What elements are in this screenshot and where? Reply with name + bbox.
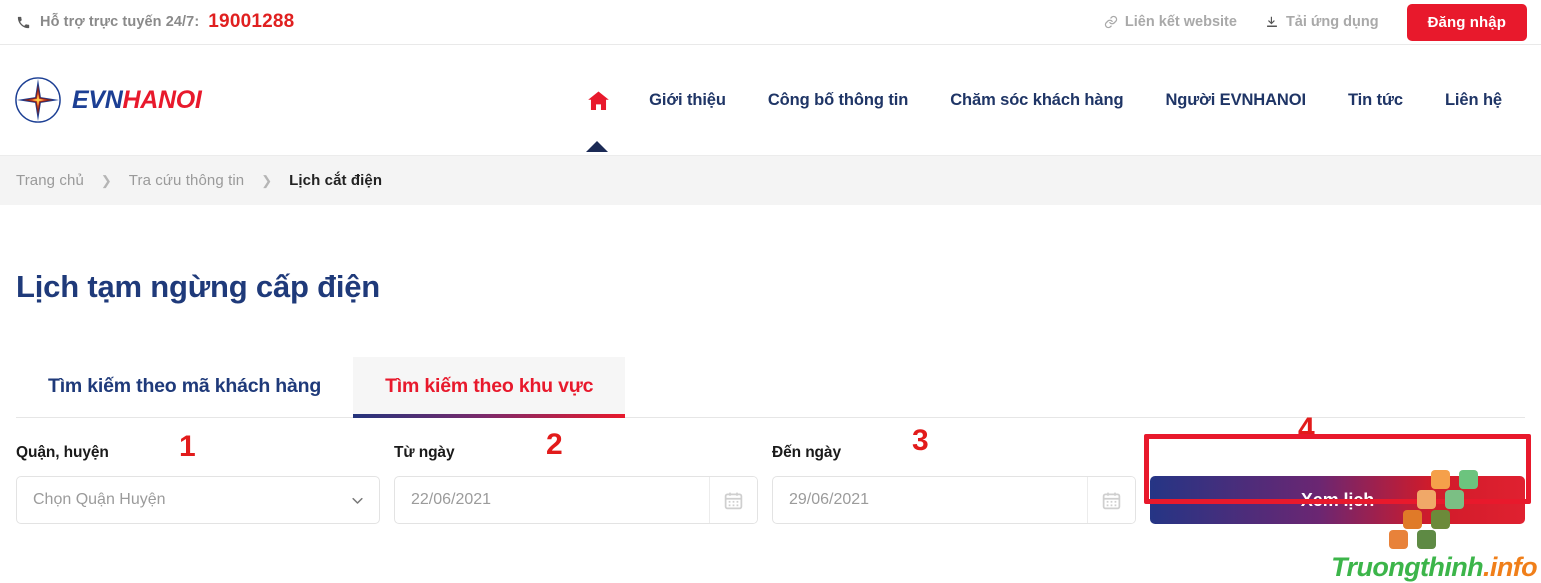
nav-active-indicator — [585, 140, 608, 152]
hotline-block: Hỗ trợ trực tuyến 24/7: 19001288 — [16, 11, 294, 33]
submit-field: 4 Xem lịch — [1144, 414, 1531, 524]
step-number-2: 2 — [546, 428, 563, 461]
breadcrumb-item-current: Lịch cắt điện — [289, 172, 383, 189]
district-select-value: Chọn Quận Huyện — [33, 491, 166, 508]
page-title: Lịch tạm ngừng cấp điện — [16, 269, 381, 304]
download-app-link[interactable]: Tải ứng dụng — [1265, 14, 1379, 30]
to-date-field: 3 Đến ngày — [772, 426, 1136, 524]
district-label: Quận, huyện — [16, 444, 109, 461]
download-app-label: Tải ứng dụng — [1285, 14, 1379, 30]
step-number-1: 1 — [179, 430, 196, 463]
top-utility-bar: Hỗ trợ trực tuyến 24/7: 19001288 Liên kế… — [0, 0, 1541, 45]
to-date-input[interactable] — [773, 477, 1087, 523]
nav-item-cong-bo-thong-tin[interactable]: Công bố thông tin — [747, 91, 929, 110]
link-website-label: Liên kết website — [1124, 14, 1237, 30]
tab-search-by-area[interactable]: Tìm kiếm theo khu vực — [353, 357, 626, 418]
logo-wordmark: EVNHANOI — [72, 85, 202, 114]
nav-item-nguoi-evnhanoi[interactable]: Người EVNHANOI — [1144, 91, 1327, 110]
hotline-number: 19001288 — [208, 11, 295, 32]
logo-text-hanoi: HANOI — [122, 85, 202, 114]
breadcrumb: Trang chủ ❯ Tra cứu thông tin ❯ Lịch cắt… — [16, 172, 382, 189]
phone-icon — [16, 15, 31, 30]
evn-star-logo-icon — [14, 76, 62, 124]
district-field: 1 Quận, huyện Chọn Quận Huyện — [16, 432, 380, 524]
chevron-down-icon[interactable] — [335, 477, 379, 523]
hotline-label: Hỗ trợ trực tuyến 24/7: — [40, 14, 200, 30]
breadcrumb-separator: ❯ — [100, 172, 112, 188]
step-number-3: 3 — [912, 424, 929, 457]
calendar-icon[interactable] — [709, 477, 757, 523]
link-icon — [1104, 15, 1118, 29]
breadcrumb-band: Trang chủ ❯ Tra cứu thông tin ❯ Lịch cắt… — [0, 155, 1541, 205]
download-icon — [1265, 15, 1279, 29]
watermark-text: Truongthinh.info — [1331, 554, 1537, 581]
breadcrumb-separator: ❯ — [261, 172, 273, 188]
tab-search-by-customer-code[interactable]: Tìm kiếm theo mã khách hàng — [16, 357, 353, 417]
watermark-text-secondary: .info — [1483, 552, 1538, 582]
to-date-label: Đến ngày — [772, 444, 841, 461]
view-schedule-button[interactable]: Xem lịch — [1150, 476, 1525, 524]
from-date-field: 2 Từ ngày — [394, 430, 758, 524]
from-date-input[interactable] — [395, 477, 709, 523]
from-date-control[interactable] — [394, 476, 758, 524]
nav-item-gioi-thieu[interactable]: Giới thiệu — [628, 91, 747, 110]
evnhanoi-logo[interactable]: EVNHANOI — [14, 76, 202, 124]
breadcrumb-item-tra-cuu-thong-tin[interactable]: Tra cứu thông tin — [129, 172, 244, 189]
login-button[interactable]: Đăng nhập — [1406, 3, 1527, 41]
calendar-icon[interactable] — [1087, 477, 1135, 523]
nav-item-home[interactable] — [565, 90, 628, 152]
breadcrumb-item-home[interactable]: Trang chủ — [16, 172, 84, 189]
submit-spacer-label — [1150, 444, 1525, 462]
home-icon — [587, 90, 610, 111]
top-utility-right: Liên kết website Tải ứng dụng Đăng nhập — [1104, 3, 1527, 41]
district-select[interactable]: Chọn Quận Huyện — [16, 476, 380, 524]
from-date-label: Từ ngày — [394, 444, 455, 461]
search-tabs: Tìm kiếm theo mã khách hàng Tìm kiếm the… — [16, 357, 1525, 418]
nav-item-cham-soc-khach-hang[interactable]: Chăm sóc khách hàng — [929, 91, 1144, 110]
to-date-control[interactable] — [772, 476, 1136, 524]
watermark-text-primary: Truongthinh — [1331, 552, 1484, 582]
page-content: Lịch tạm ngừng cấp điện Tìm kiếm theo mã… — [0, 269, 1541, 524]
logo-text-evn: EVN — [72, 85, 123, 114]
outage-search-form: 1 Quận, huyện Chọn Quận Huyện 2 Từ ngày … — [16, 414, 1531, 524]
main-navigation: Giới thiệu Công bố thông tin Chăm sóc kh… — [565, 90, 1527, 152]
site-header: EVNHANOI Giới thiệu Công bố thông tin Ch… — [0, 45, 1541, 155]
nav-item-lien-he[interactable]: Liên hệ — [1424, 91, 1523, 110]
step-number-4: 4 — [1298, 412, 1315, 445]
link-website-link[interactable]: Liên kết website — [1104, 14, 1237, 30]
nav-item-tin-tuc[interactable]: Tin tức — [1327, 91, 1424, 110]
